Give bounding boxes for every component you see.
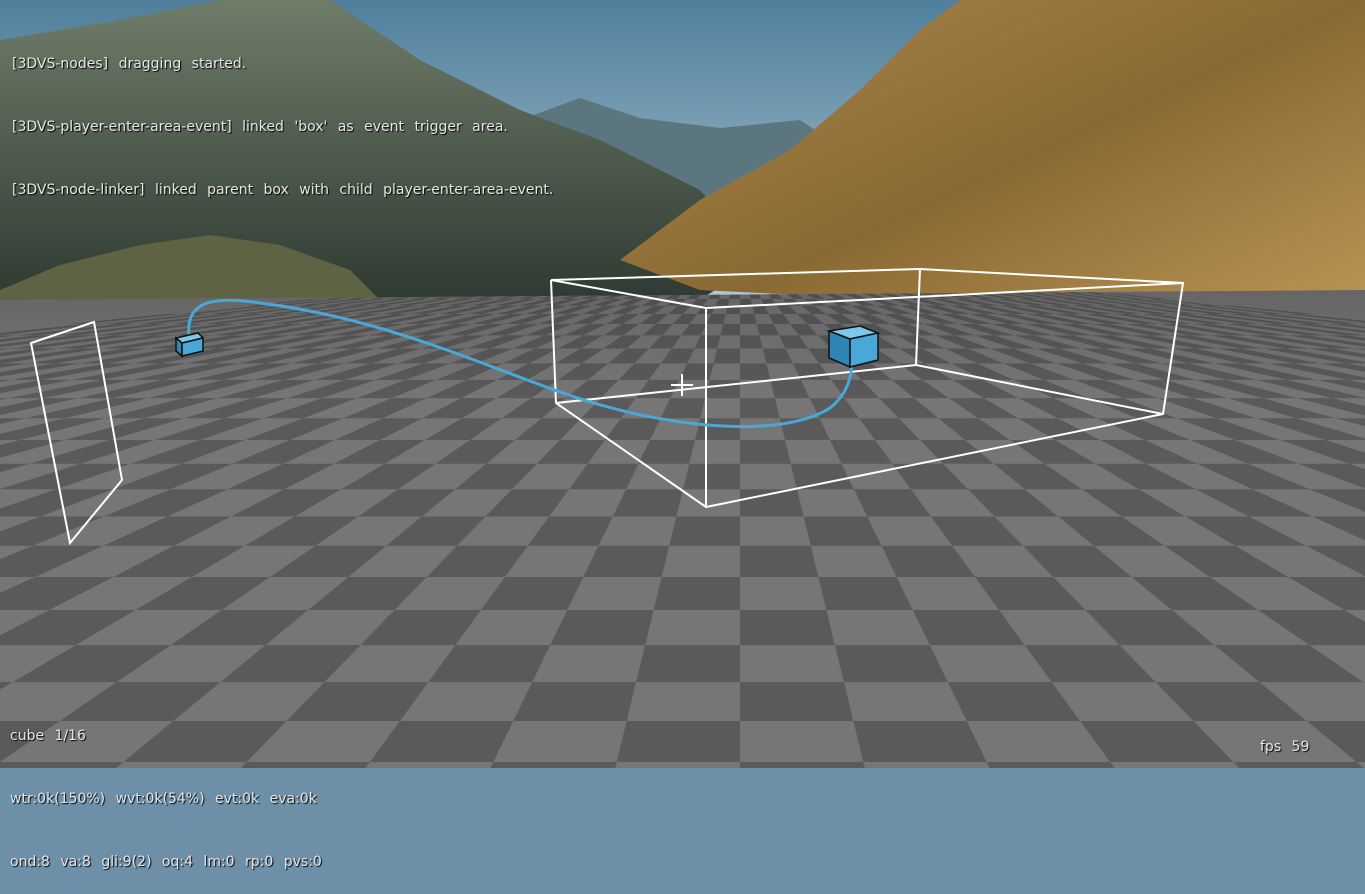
stats-line-object: cube 1/16 <box>10 726 322 747</box>
box-node-cube[interactable] <box>829 326 878 367</box>
render-stats: cube 1/16 wtr:0k(150%) wvt:0k(54%) evt:0… <box>10 684 322 894</box>
fps-counter: fps 59 <box>1260 737 1309 758</box>
floor-tile <box>654 577 740 610</box>
floor-tile <box>669 517 740 546</box>
floor-tile <box>1233 762 1365 768</box>
floor-tile <box>583 546 669 577</box>
floor-tile <box>740 610 835 645</box>
floor-tile <box>853 721 986 762</box>
floor-tile <box>835 645 948 682</box>
floor-tile <box>636 645 740 682</box>
floor-tile <box>513 682 636 721</box>
console-line: [3DVS-player-enter-area-event] linked 'b… <box>12 117 553 138</box>
event-node-cube[interactable] <box>176 333 203 356</box>
stats-line-world: wtr:0k(150%) wvt:0k(54%) evt:0k eva:0k <box>10 789 322 810</box>
floor-tile <box>740 682 853 721</box>
console-log: [3DVS-nodes] dragging started. [3DVS-pla… <box>12 12 553 222</box>
floor-tile <box>740 762 874 768</box>
console-line: [3DVS-node-linker] linked parent box wit… <box>12 180 553 201</box>
stats-line-render: ond:8 va:8 gli:9(2) oq:4 lm:0 rp:0 pvs:0 <box>10 852 322 873</box>
floor-tile <box>818 577 912 610</box>
floor-tile <box>740 440 791 464</box>
floor-tile <box>683 464 740 489</box>
floor-tile <box>740 398 780 418</box>
floor-tile <box>617 721 740 762</box>
floor-tile <box>695 418 740 440</box>
console-line: [3DVS-nodes] dragging started. <box>12 54 553 75</box>
floor-tile <box>740 546 818 577</box>
floor-tile <box>550 610 653 645</box>
floor-tile <box>472 762 616 768</box>
